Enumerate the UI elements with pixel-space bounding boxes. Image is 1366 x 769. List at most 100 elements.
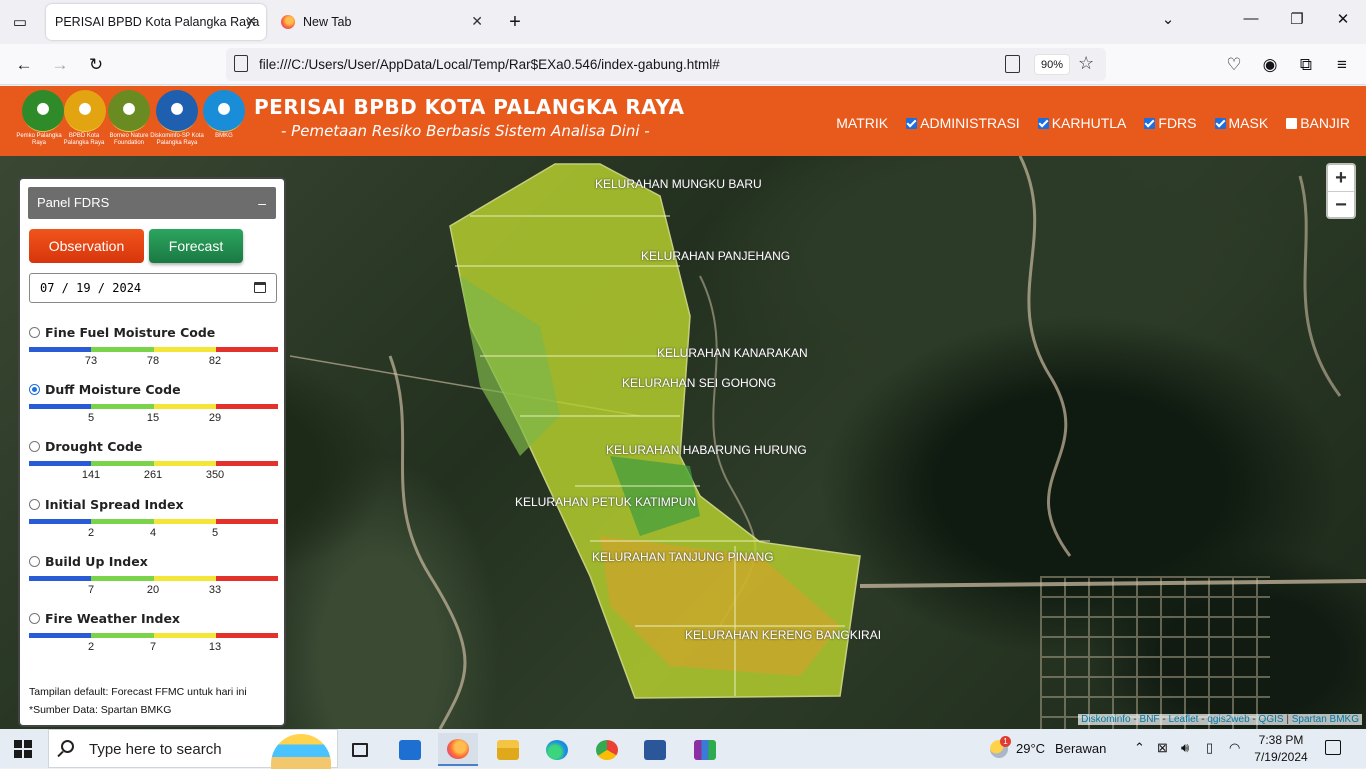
new-tab-icon[interactable]: +	[503, 10, 527, 34]
list-all-tabs-icon[interactable]: ⌄	[1156, 10, 1180, 28]
observation-button[interactable]: Observation	[29, 229, 144, 263]
taskbar-clock[interactable]: 7:38 PM 7/19/2024	[1252, 732, 1310, 766]
tab-new-tab[interactable]: New Tab ✕	[272, 4, 492, 40]
index-thresholds: 141 261 350	[29, 466, 279, 482]
index-radio[interactable]	[29, 498, 40, 510]
zoom-in-button[interactable]: +	[1328, 165, 1354, 191]
mask-checkbox[interactable]	[1214, 117, 1226, 129]
calendar-icon[interactable]	[254, 282, 266, 293]
menu-label: FDRS	[1158, 115, 1197, 131]
clock-time: 7:38 PM	[1258, 733, 1304, 747]
attribution-link[interactable]: Diskominfo	[1081, 714, 1130, 725]
attribution-link[interactable]: Leaflet	[1168, 714, 1198, 725]
menu-icon[interactable]: ≡	[1330, 53, 1354, 77]
extensions-icon[interactable]: ⧉	[1294, 53, 1318, 77]
task-view-icon[interactable]	[340, 733, 380, 766]
weather-widget[interactable]: 1 29°C Berawan	[990, 729, 1106, 768]
url-text[interactable]: file:///C:/Users/User/AppData/Local/Temp…	[259, 57, 720, 72]
tab-perisai[interactable]: PERISAI BPBD Kota Palangka Raya ✕	[46, 4, 266, 40]
notification-icon[interactable]	[1325, 740, 1341, 755]
index-radio[interactable]	[29, 613, 40, 624]
edge-icon[interactable]	[537, 733, 577, 766]
forecast-button[interactable]: Forecast	[149, 229, 243, 263]
pocket-icon[interactable]: ♡	[1222, 53, 1246, 77]
river	[859, 579, 1366, 588]
search-placeholder: Type here to search	[89, 741, 222, 758]
attribution-link[interactable]: BNF	[1140, 714, 1160, 725]
index-option[interactable]: Fine Fuel Moisture Code	[29, 325, 279, 340]
threshold-value: 7	[149, 641, 157, 653]
fdrs-checkbox[interactable]	[1144, 117, 1156, 129]
threshold-value: 73	[84, 355, 98, 367]
menu-banjir[interactable]: BANJIR	[1286, 115, 1350, 131]
kelurahan-label: KELURAHAN KERENG BANGKIRAI	[685, 628, 882, 642]
taskbar-search-box[interactable]: Type here to search	[48, 729, 338, 769]
index-thresholds: 5 15 29	[29, 409, 279, 425]
index-label: Fine Fuel Moisture Code	[45, 325, 216, 340]
wifi-icon[interactable]: ◠	[1229, 740, 1240, 756]
menu-karhutla[interactable]: KARHUTLA	[1037, 115, 1126, 131]
menu-fdrs[interactable]: FDRS	[1144, 115, 1197, 131]
windows-start-icon[interactable]	[14, 740, 32, 758]
close-tab-icon[interactable]: ✕	[471, 13, 483, 30]
river	[388, 355, 467, 729]
reload-icon[interactable]: ↻	[84, 53, 108, 77]
volume-icon[interactable]: 🔊︎	[1181, 740, 1189, 756]
tab-list-icon[interactable]: ▭	[8, 10, 32, 34]
winrar-icon[interactable]	[685, 733, 725, 766]
threshold-value: 4	[149, 526, 157, 539]
administrasi-checkbox[interactable]	[906, 117, 918, 129]
bookmark-star-icon[interactable]: ☆	[1078, 53, 1094, 74]
index-thresholds: 2 7 13	[29, 638, 279, 654]
minimize-panel-button[interactable]: –	[258, 187, 266, 219]
minimize-window-icon[interactable]: —	[1239, 10, 1263, 27]
attribution-link[interactable]: QGIS	[1259, 714, 1284, 725]
word-icon[interactable]	[635, 733, 675, 766]
source-note: *Sumber Data: Spartan BMKG	[29, 704, 172, 716]
reader-view-icon[interactable]	[1005, 55, 1020, 73]
index-option[interactable]: Initial Spread Index	[29, 497, 279, 512]
index-radio[interactable]	[29, 555, 40, 567]
network-adapter-icon[interactable]: ⊠	[1157, 740, 1168, 756]
index-option[interactable]: Build Up Index	[29, 554, 279, 569]
address-bar[interactable]: file:///C:/Users/User/AppData/Local/Temp…	[226, 48, 1106, 81]
menu-administrasi[interactable]: ADMINISTRASI	[906, 115, 1020, 131]
index-thresholds: 2 4 5	[29, 524, 279, 540]
index-option[interactable]: Fire Weather Index	[29, 611, 279, 626]
attribution-link[interactable]: Spartan BMKG	[1292, 714, 1359, 725]
menu-matrik[interactable]: MATRIK	[836, 115, 888, 131]
chrome-icon[interactable]	[587, 733, 627, 766]
index-option[interactable]: Duff Moisture Code	[29, 382, 279, 397]
threshold-value: 33	[208, 583, 222, 596]
battery-icon[interactable]: ▯	[1206, 740, 1213, 756]
index-radio[interactable]	[29, 327, 40, 338]
close-tab-icon[interactable]: ✕	[245, 13, 257, 30]
zoom-out-button[interactable]: −	[1328, 191, 1354, 217]
mail-icon[interactable]	[390, 733, 430, 766]
file-explorer-icon[interactable]	[488, 733, 528, 766]
fdrs-index-item: Duff Moisture Code 5 15 29	[29, 382, 279, 425]
date-value: 07 / 19 / 2024	[40, 281, 142, 295]
close-window-icon[interactable]: ✕	[1331, 10, 1355, 28]
banjir-checkbox[interactable]	[1286, 117, 1298, 129]
index-radio[interactable]	[29, 441, 40, 453]
firefox-taskbar-icon[interactable]	[438, 733, 478, 766]
date-input[interactable]: 07 / 19 / 2024	[29, 273, 277, 303]
show-hidden-icons[interactable]: ⌃	[1134, 740, 1145, 756]
karhutla-checkbox[interactable]	[1037, 117, 1049, 129]
threshold-value: 7	[87, 583, 95, 596]
back-icon[interactable]: ←	[12, 53, 36, 77]
index-option[interactable]: Drought Code	[29, 439, 279, 454]
attribution-link[interactable]: qgis2web	[1207, 714, 1249, 725]
index-radio[interactable]	[29, 384, 40, 396]
threshold-value: 13	[208, 641, 222, 653]
zoom-level[interactable]: 90%	[1034, 54, 1071, 75]
browser-nav-bar: ← → ↻ file:///C:/Users/User/AppData/Loca…	[0, 44, 1366, 85]
restore-window-icon[interactable]: ❐	[1285, 10, 1309, 28]
search-icon	[61, 740, 74, 753]
menu-mask[interactable]: MASK	[1214, 115, 1268, 131]
layer-menu: MATRIK ADMINISTRASI KARHUTLA FDRS MASK B…	[818, 115, 1350, 131]
account-icon[interactable]: ◉	[1258, 53, 1282, 77]
forward-icon[interactable]: →	[48, 53, 72, 77]
threshold-value: 20	[146, 583, 160, 596]
